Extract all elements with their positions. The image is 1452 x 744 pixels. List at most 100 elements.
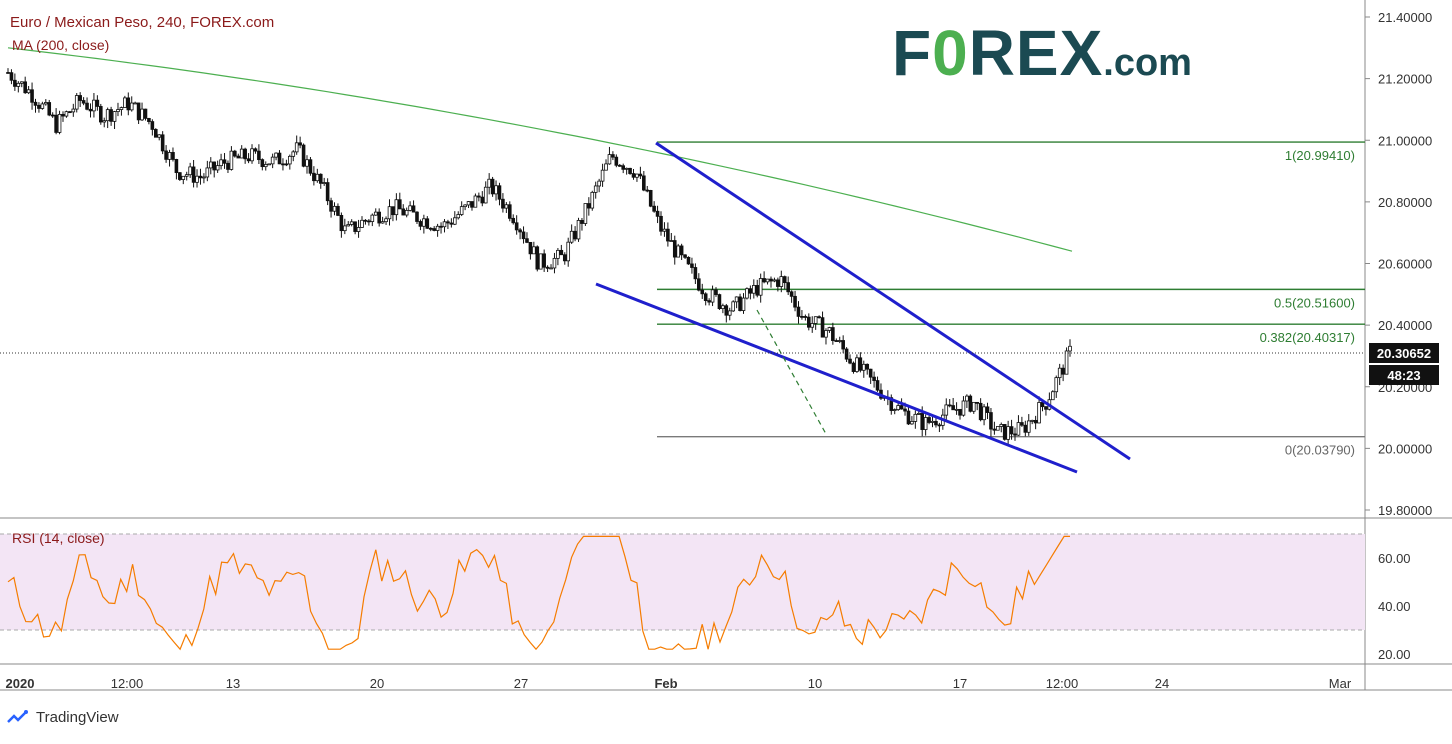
- candle-body: [71, 108, 76, 113]
- candle-body: [965, 395, 969, 402]
- wedge-upper-trendline[interactable]: [655, 141, 1131, 461]
- candle-body: [525, 238, 529, 243]
- candle-body: [37, 104, 41, 109]
- candle-body: [353, 221, 357, 232]
- candle-body: [697, 278, 701, 291]
- candle-body: [136, 102, 141, 121]
- candle-body: [676, 245, 680, 258]
- candle-body: [635, 173, 639, 178]
- candle-body: [538, 253, 543, 270]
- candle-body: [212, 161, 217, 171]
- candle-body: [377, 211, 381, 224]
- candle-body: [690, 263, 694, 268]
- candle-body: [195, 175, 199, 183]
- price-tick-label: 20.80000: [1378, 195, 1432, 210]
- candle-body: [167, 152, 172, 160]
- price-tick-label: 21.00000: [1378, 133, 1432, 148]
- candle-body: [865, 363, 870, 370]
- tradingview-icon: [7, 709, 28, 723]
- candle-body: [659, 215, 663, 232]
- candle-body: [184, 174, 189, 177]
- candle-body: [425, 218, 430, 229]
- tradingview-watermark[interactable]: TradingView: [6, 709, 119, 726]
- candle-body: [521, 231, 526, 240]
- candle-body: [305, 159, 309, 167]
- candle-body: [188, 166, 192, 176]
- candle-body: [318, 173, 323, 184]
- candle-body: [202, 176, 206, 179]
- candle-body: [78, 95, 82, 101]
- time-tick-label: 12:00: [111, 676, 144, 691]
- candle-body: [985, 406, 990, 413]
- candle-body: [927, 417, 931, 423]
- candle-body: [642, 175, 646, 191]
- candle-body: [394, 199, 399, 216]
- candle-body: [855, 357, 859, 372]
- candle-body: [820, 317, 825, 338]
- candle-body: [824, 330, 828, 338]
- candle-body: [590, 191, 595, 209]
- candle-body: [384, 218, 388, 223]
- time-tick-label: 27: [514, 676, 528, 691]
- candle-body: [968, 395, 973, 412]
- candle-body: [370, 214, 375, 222]
- price-tick-label: 21.40000: [1378, 10, 1432, 25]
- candle-body: [1061, 367, 1065, 375]
- candle-body: [535, 246, 540, 270]
- candle-body: [559, 249, 564, 256]
- candle-body: [978, 402, 983, 421]
- wedge-lower-trendline[interactable]: [595, 282, 1078, 474]
- candle-body: [724, 305, 729, 316]
- candle-body: [363, 219, 368, 222]
- candle-body: [446, 221, 450, 224]
- candle-body: [339, 214, 344, 232]
- candle-body: [1013, 433, 1017, 436]
- candle-body: [367, 220, 371, 223]
- candle-body: [621, 165, 626, 170]
- rsi-axis-ticks: 60.00 40.00 20.00: [1378, 551, 1411, 662]
- candle-body: [1044, 406, 1048, 410]
- candle-body: [996, 426, 1000, 431]
- candle-body: [81, 100, 86, 104]
- price-tick-label: 20.00000: [1378, 441, 1432, 456]
- candle-body: [782, 276, 787, 284]
- candle-body: [1020, 422, 1024, 426]
- candle-body: [281, 163, 285, 166]
- candle-body: [391, 206, 395, 216]
- candle-body: [645, 189, 650, 192]
- candle-body: [497, 185, 502, 200]
- candle-body: [126, 97, 131, 111]
- candle-body: [982, 406, 986, 421]
- candle-body: [903, 408, 907, 412]
- candle-body: [401, 208, 406, 216]
- candle-body: [796, 306, 801, 317]
- candle-body: [346, 224, 351, 227]
- candle-body: [700, 289, 705, 295]
- candle-body: [899, 405, 904, 410]
- candle-body: [779, 276, 784, 287]
- candle-body: [672, 240, 677, 258]
- time-tick-label: 20: [370, 676, 384, 691]
- candle-body: [239, 148, 244, 159]
- candle-body: [655, 210, 660, 217]
- time-tick-label: 10: [808, 676, 822, 691]
- candle-body: [703, 293, 708, 302]
- ma-legend[interactable]: MA (200, close): [12, 37, 109, 53]
- time-axis-ticks: 2020 12:00 13 20 27 Feb 10 17 12:00 24 Mar: [6, 676, 1352, 691]
- logo-suffix: .com: [1103, 42, 1192, 84]
- candle-body: [624, 167, 629, 170]
- candle-body: [669, 240, 674, 242]
- candle-body: [288, 155, 292, 165]
- candle-body: [1016, 422, 1021, 436]
- candle-body: [301, 144, 306, 167]
- candle-body: [975, 401, 980, 404]
- candle-body: [528, 241, 533, 255]
- candle-body: [164, 150, 168, 160]
- candle-body: [452, 217, 457, 225]
- rsi-legend[interactable]: RSI (14, close): [12, 530, 105, 546]
- candle-body: [432, 228, 436, 231]
- candle-body: [971, 401, 976, 412]
- candle-body: [861, 363, 866, 371]
- candle-body: [944, 404, 949, 416]
- candle-body: [257, 150, 261, 161]
